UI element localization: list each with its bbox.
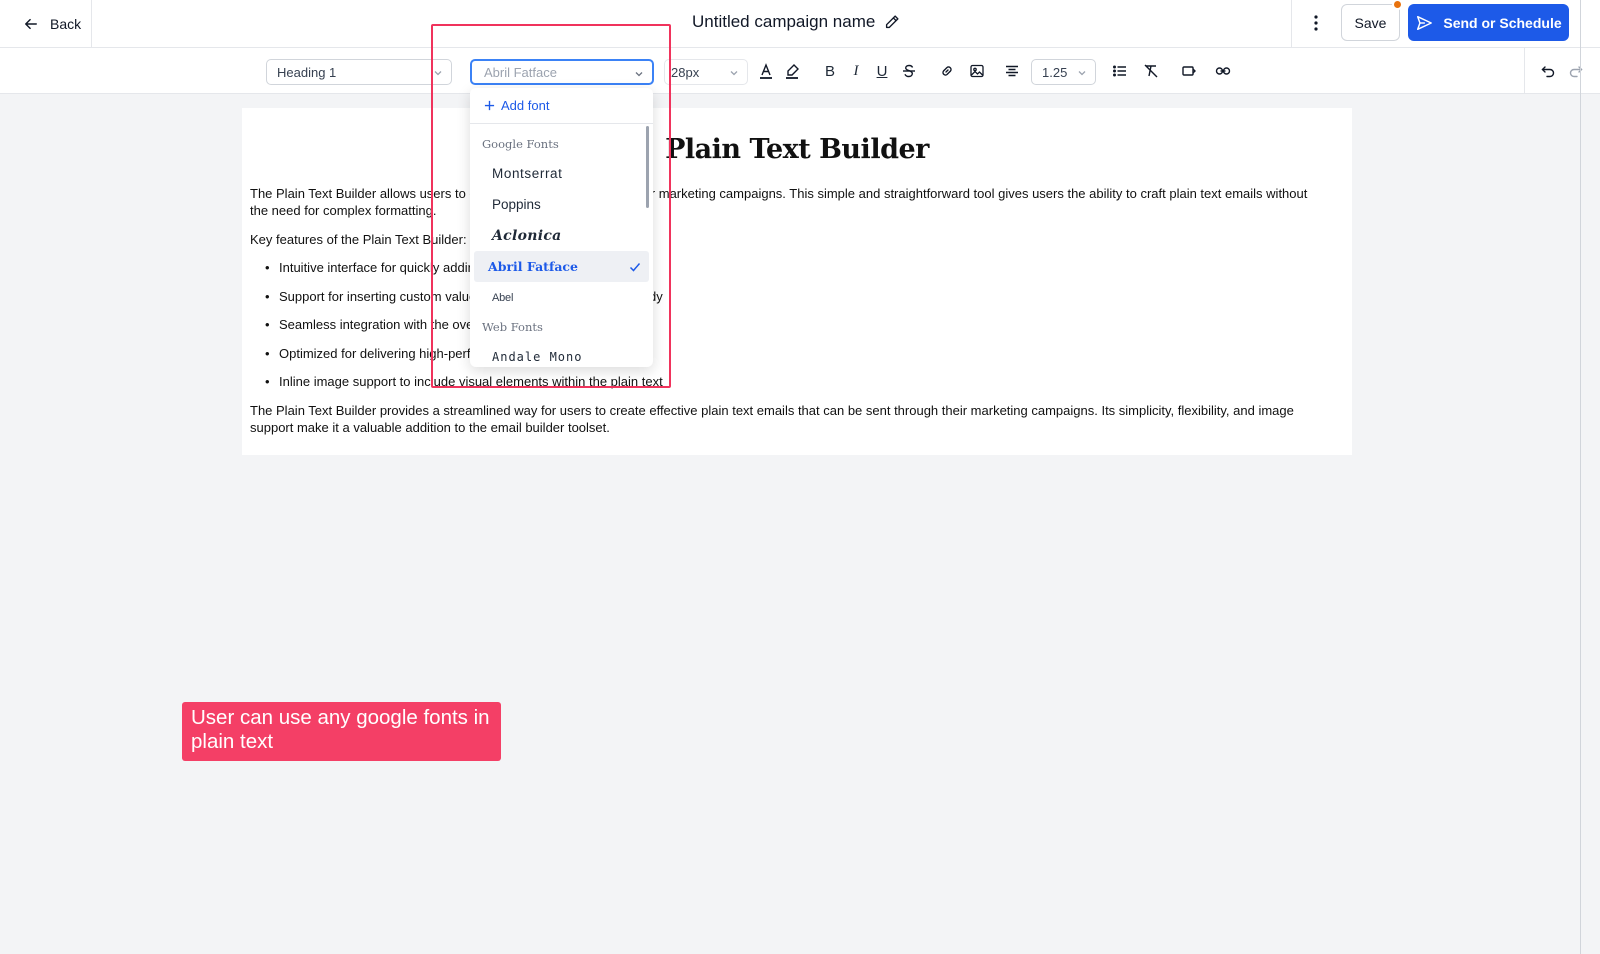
font-family-placeholder: Abril Fatface xyxy=(484,64,557,80)
back-label: Back xyxy=(50,15,82,32)
save-button[interactable]: Save xyxy=(1341,4,1400,41)
highlight-color-icon[interactable] xyxy=(782,61,802,81)
checkmark-icon xyxy=(629,263,641,272)
annotation-callout: User can use any google fonts in plain t… xyxy=(182,702,501,761)
dropdown-scrollbar[interactable] xyxy=(646,126,649,208)
font-option-montserrat[interactable]: Montserrat xyxy=(474,158,649,189)
window-edge xyxy=(1580,0,1581,954)
align-center-icon[interactable] xyxy=(1002,61,1022,81)
campaign-name-text: Untitled campaign name xyxy=(692,12,876,31)
italic-glyph: I xyxy=(853,62,859,79)
header-divider xyxy=(1291,0,1292,47)
trigger-link-icon[interactable] xyxy=(1213,61,1233,81)
clear-formatting-icon[interactable] xyxy=(1141,61,1161,81)
undo-icon[interactable] xyxy=(1538,61,1558,81)
block-type-value: Heading 1 xyxy=(277,64,337,80)
web-fonts-group-label: Web Fonts xyxy=(482,320,543,334)
top-header: Back Untitled campaign name Save Send or… xyxy=(0,0,1600,48)
send-label: Send or Schedule xyxy=(1443,14,1562,31)
font-option-abel[interactable]: Abel xyxy=(474,282,649,313)
arrow-left-icon xyxy=(25,18,37,29)
closing-paragraph[interactable]: The Plain Text Builder provides a stream… xyxy=(250,403,1320,436)
font-option-poppins[interactable]: Poppins xyxy=(474,189,649,220)
list-item[interactable]: Inline image support to include visual e… xyxy=(265,374,663,390)
google-fonts-group-label: Google Fonts xyxy=(482,137,559,151)
block-type-select[interactable]: Heading 1 xyxy=(266,59,452,85)
underline-icon[interactable]: U xyxy=(872,61,892,81)
document-heading[interactable]: Plain Text Builder xyxy=(242,134,1352,165)
redo-icon[interactable] xyxy=(1566,61,1586,81)
toolbar-divider xyxy=(1524,48,1525,94)
formatting-toolbar: Heading 1 Abril Fatface 28px B I U 1.25 xyxy=(0,48,1600,94)
font-family-select[interactable]: Abril Fatface xyxy=(470,59,654,85)
chevron-down-icon xyxy=(434,71,442,76)
chevron-down-icon xyxy=(730,71,738,76)
bold-glyph: B xyxy=(824,62,835,80)
font-size-select[interactable]: 28px xyxy=(664,59,748,85)
font-option-aclonica[interactable]: Aclonica xyxy=(474,220,649,251)
campaign-title[interactable]: Untitled campaign name xyxy=(692,12,901,32)
add-font-button[interactable]: Add font xyxy=(470,88,653,124)
line-height-select[interactable]: 1.25 xyxy=(1031,59,1096,85)
more-options-icon[interactable] xyxy=(1305,12,1327,34)
link-icon[interactable] xyxy=(937,61,957,81)
features-heading-paragraph[interactable]: Key features of the Plain Text Builder: xyxy=(250,232,1320,249)
font-option-abril-fatface[interactable]: Abril Fatface xyxy=(474,251,649,282)
font-size-value: 28px xyxy=(671,64,700,80)
font-family-dropdown: Add font Google Fonts Montserrat Poppins… xyxy=(470,88,653,367)
email-content-card[interactable]: Plain Text Builder The Plain Text Builde… xyxy=(242,108,1352,455)
bold-icon[interactable]: B xyxy=(820,61,840,81)
image-icon[interactable] xyxy=(967,61,987,81)
send-icon xyxy=(1417,15,1433,30)
add-font-label: Add font xyxy=(501,98,550,113)
text-color-icon[interactable] xyxy=(756,61,776,81)
pencil-icon[interactable] xyxy=(883,13,901,31)
line-height-value: 1.25 xyxy=(1042,64,1068,80)
underline-glyph: U xyxy=(876,62,888,80)
back-button[interactable]: Back xyxy=(0,0,92,47)
font-option-andale-mono[interactable]: Andale Mono xyxy=(474,341,649,367)
font-option-label: Abril Fatface xyxy=(488,259,578,274)
intro-paragraph[interactable]: The Plain Text Builder allows users to c… xyxy=(250,186,1320,219)
send-or-schedule-button[interactable]: Send or Schedule xyxy=(1408,4,1569,41)
chevron-down-icon xyxy=(635,72,643,77)
notification-dot xyxy=(1392,0,1403,10)
chevron-down-icon xyxy=(1078,71,1086,76)
plus-icon xyxy=(484,100,495,111)
italic-icon[interactable]: I xyxy=(846,61,866,81)
bullet-list-icon[interactable] xyxy=(1110,61,1130,81)
strikethrough-icon[interactable] xyxy=(899,61,919,81)
custom-values-icon[interactable] xyxy=(1179,61,1199,81)
